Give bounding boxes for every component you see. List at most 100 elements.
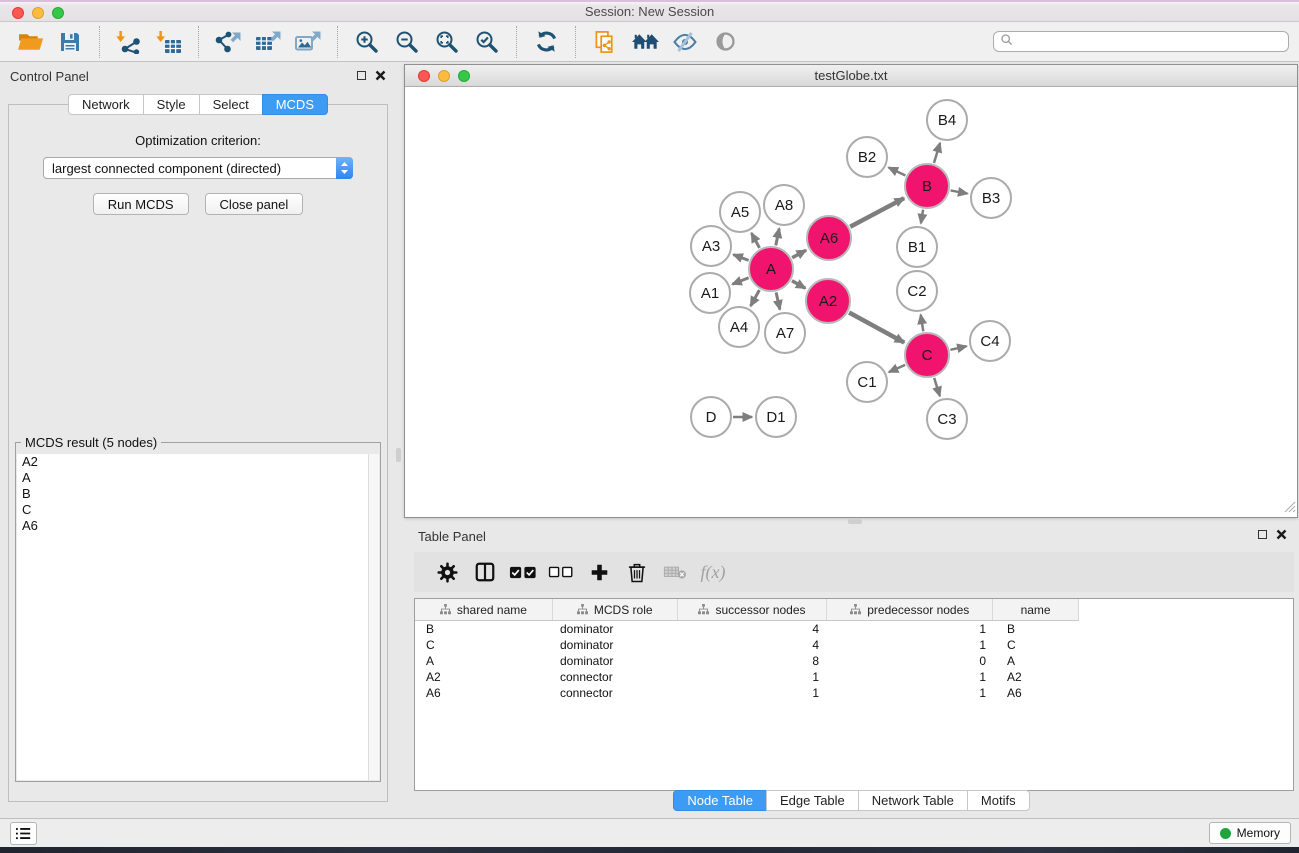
list-scrollbar[interactable] (368, 454, 379, 780)
table-cell[interactable]: 1 (828, 621, 994, 637)
table-cell[interactable]: dominator (553, 637, 678, 653)
zoom-in-icon[interactable] (347, 25, 387, 59)
table-row[interactable]: Adominator80A (415, 653, 1293, 669)
zoom-fit-icon[interactable] (427, 25, 467, 59)
export-network-icon[interactable] (208, 25, 248, 59)
table-cell[interactable]: A (994, 653, 1079, 669)
table-cell[interactable]: 4 (678, 621, 828, 637)
graph-edge-C-C1[interactable] (889, 365, 905, 372)
search-input[interactable] (1014, 34, 1282, 50)
column-header-successor-nodes[interactable]: successor nodes (678, 599, 828, 620)
graph-edge-A-A1[interactable] (732, 278, 748, 284)
column-header-predecessor-nodes[interactable]: predecessor nodes (827, 599, 993, 620)
column-header-name[interactable]: name (993, 599, 1078, 620)
table-cell[interactable]: 1 (678, 669, 828, 685)
graph-node-B[interactable]: B (904, 163, 950, 209)
mcds-result-item[interactable]: A2 (17, 454, 379, 470)
graph-edge-A6-B[interactable] (850, 198, 904, 227)
export-table-icon[interactable] (248, 25, 288, 59)
graph-node-A7[interactable]: A7 (764, 312, 806, 354)
search-field[interactable] (993, 31, 1289, 52)
table-cell[interactable]: connector (553, 669, 678, 685)
open-file-icon[interactable] (10, 25, 50, 59)
table-settings-gear-icon[interactable] (428, 555, 466, 589)
table-cell[interactable]: A2 (415, 669, 553, 685)
task-history-button[interactable] (10, 822, 37, 845)
graph-edge-B-B1[interactable] (921, 210, 923, 224)
horizontal-splitter-grip[interactable] (848, 519, 862, 524)
graph-edge-A-A5[interactable] (751, 233, 759, 248)
table-row[interactable]: Bdominator41B (415, 621, 1293, 637)
close-table-panel-icon[interactable] (1276, 529, 1287, 540)
table-cell[interactable]: dominator (553, 621, 678, 637)
graph-edge-A-A6[interactable] (792, 250, 806, 257)
close-panel-icon[interactable] (375, 70, 386, 81)
tab-style[interactable]: Style (143, 94, 200, 115)
table-cell[interactable]: C (415, 637, 553, 653)
table-cell[interactable]: 8 (678, 653, 828, 669)
table-cell[interactable]: A6 (994, 685, 1079, 701)
mcds-result-item[interactable]: A6 (17, 518, 379, 534)
duplicate-network-icon[interactable] (585, 25, 625, 59)
delete-column-icon[interactable] (618, 555, 656, 589)
graph-edge-A-A2[interactable] (792, 281, 805, 289)
mcds-result-item[interactable]: B (17, 486, 379, 502)
graph-edge-A-A4[interactable] (751, 290, 760, 306)
graph-node-A2[interactable]: A2 (805, 278, 851, 324)
graph-node-B4[interactable]: B4 (926, 99, 968, 141)
network-canvas[interactable]: B4B2BB3A8A5A6A3B1AC2A1A2A4A7C4CC1DD1C3 (405, 87, 1297, 517)
graph-node-A8[interactable]: A8 (763, 184, 805, 226)
float-table-panel-icon[interactable] (1258, 530, 1267, 539)
table-cell[interactable]: 1 (828, 685, 994, 701)
select-all-rows-icon[interactable] (504, 555, 542, 589)
column-header-shared-name[interactable]: shared name (415, 599, 553, 620)
zoom-selected-icon[interactable] (467, 25, 507, 59)
graph-edge-B-B2[interactable] (889, 167, 906, 175)
graph-node-A6[interactable]: A6 (806, 215, 852, 261)
gray-eye-icon[interactable] (705, 25, 745, 59)
table-cell[interactable]: 1 (678, 685, 828, 701)
import-network-icon[interactable] (109, 25, 149, 59)
table-cell[interactable]: B (994, 621, 1079, 637)
tab-node-table[interactable]: Node Table (673, 790, 767, 811)
close-panel-button[interactable]: Close panel (205, 193, 304, 215)
graph-edge-A2-C[interactable] (849, 312, 904, 342)
vertical-splitter-grip[interactable] (396, 448, 401, 462)
graph-edge-A-A7[interactable] (776, 292, 780, 309)
graph-edge-C-C4[interactable] (950, 346, 966, 350)
memory-button[interactable]: Memory (1209, 822, 1291, 844)
table-cell[interactable]: connector (553, 685, 678, 701)
graph-node-C3[interactable]: C3 (926, 398, 968, 440)
table-cell[interactable]: 1 (828, 669, 994, 685)
table-cell[interactable]: 1 (828, 637, 994, 653)
deselect-all-rows-icon[interactable] (542, 555, 580, 589)
graph-node-B1[interactable]: B1 (896, 226, 938, 268)
tab-edge-table[interactable]: Edge Table (766, 790, 859, 811)
graph-edge-C-C2[interactable] (921, 315, 924, 332)
graph-node-A5[interactable]: A5 (719, 191, 761, 233)
table-row[interactable]: A2connector11A2 (415, 669, 1293, 685)
table-cell[interactable]: dominator (553, 653, 678, 669)
graph-node-C1[interactable]: C1 (846, 361, 888, 403)
table-row[interactable]: Cdominator41C (415, 637, 1293, 653)
mcds-result-item[interactable]: A (17, 470, 379, 486)
export-image-icon[interactable] (288, 25, 328, 59)
tab-motifs[interactable]: Motifs (967, 790, 1030, 811)
graph-edge-A-A8[interactable] (776, 229, 779, 246)
tab-mcds[interactable]: MCDS (262, 94, 328, 115)
graph-node-C2[interactable]: C2 (896, 270, 938, 312)
table-cell[interactable]: B (415, 621, 553, 637)
graph-node-A1[interactable]: A1 (689, 272, 731, 314)
hide-eye-icon[interactable] (665, 25, 705, 59)
graph-node-B2[interactable]: B2 (846, 136, 888, 178)
resize-grip-icon[interactable] (1284, 501, 1296, 516)
graph-node-A4[interactable]: A4 (718, 306, 760, 348)
table-cell[interactable]: 0 (828, 653, 994, 669)
tab-network-table[interactable]: Network Table (858, 790, 968, 811)
graph-edge-B-B4[interactable] (934, 143, 940, 163)
tab-network[interactable]: Network (68, 94, 144, 115)
graph-edge-A-A3[interactable] (733, 255, 748, 261)
table-row[interactable]: A6connector11A6 (415, 685, 1293, 701)
graph-node-D[interactable]: D (690, 396, 732, 438)
table-cell[interactable]: 4 (678, 637, 828, 653)
